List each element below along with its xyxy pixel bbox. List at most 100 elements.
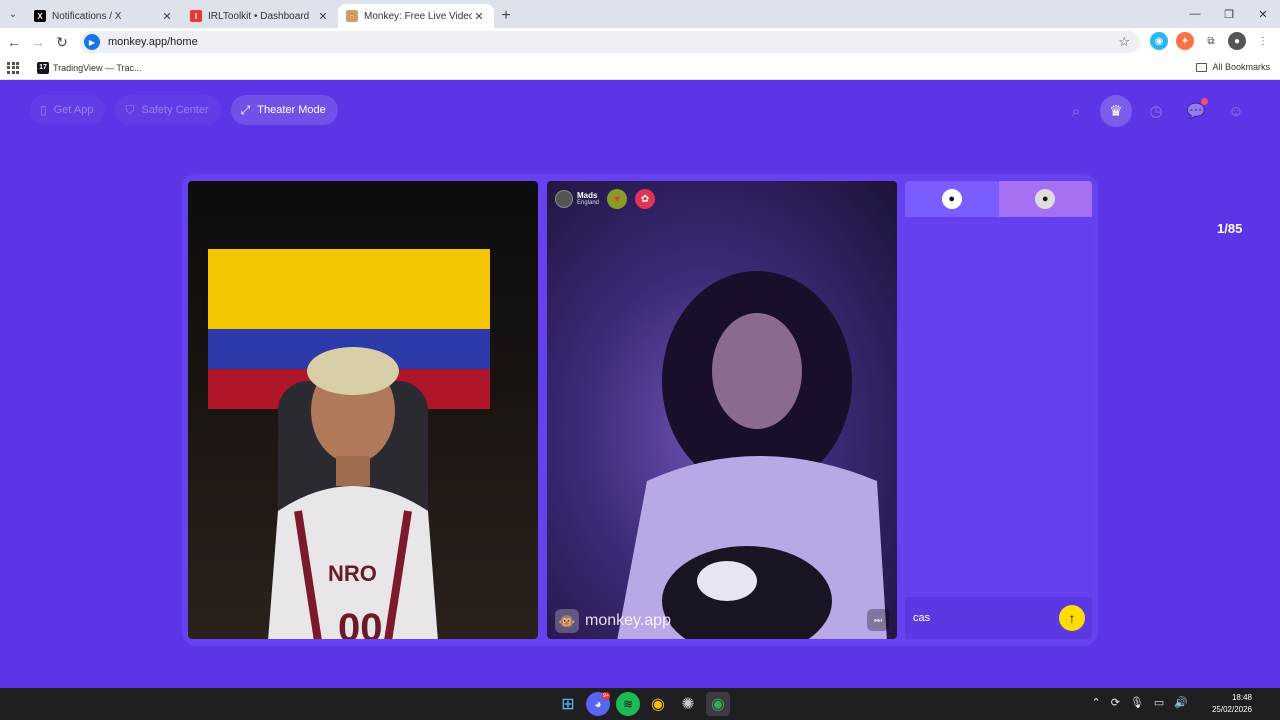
tab-notifications-x[interactable]: X Notifications / X ✕ [26, 4, 182, 28]
tab-irltoolkit[interactable]: I IRLToolkit • Dashboard ✕ [182, 4, 338, 28]
profile-icon[interactable]: ☺ [1220, 95, 1252, 127]
monkey-icon: 🐵 [346, 10, 358, 22]
clock-time: 18:48 [1231, 693, 1252, 702]
extension-icon[interactable]: ◉ [1150, 32, 1168, 50]
skip-next-icon[interactable]: ⏭ [867, 609, 889, 631]
monkey-watermark: 🐵 monkey.app [555, 609, 671, 633]
extensions-puzzle-icon[interactable]: ⧉ [1202, 32, 1220, 50]
user-avatar-icon: ● [941, 189, 962, 209]
theater-mode-button[interactable]: ⤢ Theater Mode [230, 95, 338, 125]
messages-icon[interactable]: 💬 [1180, 95, 1212, 127]
tab-monkey[interactable]: 🐵 Monkey: Free Live Video Ch ✕ [338, 4, 494, 28]
system-tray: ⌃ ⟳ 🎙 ▭ 🔊 [1091, 696, 1188, 709]
network-icon[interactable]: ▭ [1154, 696, 1164, 709]
svg-text:NRO: NRO [328, 561, 377, 586]
chevron-up-icon[interactable]: ⌃ [1091, 696, 1100, 709]
close-tab-icon[interactable]: ✕ [472, 10, 486, 23]
gift-icon[interactable]: ✿ [635, 189, 656, 209]
get-app-label: Get App [53, 104, 94, 116]
heart-icon[interactable]: ♥ [607, 189, 628, 209]
close-tab-icon[interactable]: ✕ [316, 10, 330, 23]
chat-tab-partner[interactable]: ● [998, 181, 1092, 217]
get-app-button[interactable]: ▯ Get App [30, 95, 106, 125]
reload-icon[interactable]: ↻ [50, 34, 74, 51]
monkey-logo-icon: 🐵 [555, 609, 579, 633]
discord-icon[interactable]: ◕ 9+ [586, 692, 610, 716]
chat-panel: ● ● ↑ [905, 181, 1092, 639]
discord-badge: 9+ [602, 692, 610, 700]
spotify-icon[interactable]: ≋ [616, 692, 640, 716]
bookmarks-bar: 17 TradingView — Trac... All Bookmarks [0, 56, 1280, 80]
bookmark-label: TradingView — Trac... [53, 62, 142, 73]
history-clock-icon[interactable]: ◷ [1140, 95, 1172, 127]
theater-mode-label: Theater Mode [257, 104, 326, 116]
chrome-active-icon[interactable]: ◉ [706, 692, 730, 716]
header-actions: ⌕ ♛ ◷ 💬 ☺ [1060, 95, 1252, 127]
window-controls: — ❐ ✕ [1178, 0, 1280, 28]
watermark-text: monkey.app [585, 612, 671, 629]
remote-video-feed: Mads England ♥ ✿ 🐵 monkey.app ⏭ [547, 181, 897, 639]
apps-grid-icon[interactable] [7, 61, 19, 74]
x-logo-icon: X [34, 10, 46, 22]
extensions-area: ◉ ✦ ⧉ ● ⋮ [1150, 32, 1272, 50]
monkey-page: ▯ Get App ⛉ Safety Center ⤢ Theater Mode… [0, 81, 1280, 688]
bookmark-tradingview[interactable]: 17 TradingView — Trac... [37, 61, 142, 74]
tab-title: IRLToolkit • Dashboard [208, 10, 310, 22]
close-tab-icon[interactable]: ✕ [160, 10, 174, 23]
tab-title: Monkey: Free Live Video Ch [364, 10, 472, 22]
minimize-icon[interactable]: — [1178, 0, 1212, 28]
forward-arrow-icon[interactable]: → [26, 34, 50, 50]
all-bookmarks-button[interactable]: All Bookmarks [1196, 62, 1270, 72]
bookmark-star-icon[interactable]: ☆ [1118, 34, 1130, 50]
chrome-icon[interactable]: ◉ [646, 692, 670, 716]
windows-start-icon[interactable]: ⊞ [556, 692, 580, 716]
url-text[interactable]: monkey.app/home [108, 36, 198, 48]
folder-icon [1196, 62, 1208, 72]
chat-tab-self[interactable]: ● [905, 181, 999, 217]
remote-user-info: Mads England [577, 191, 599, 207]
remote-user-country: England [577, 200, 600, 206]
new-tab-button[interactable]: + [494, 4, 518, 28]
shield-icon: ⛉ [125, 102, 135, 117]
partner-silhouette [617, 271, 887, 639]
clock-date: 25/02/2026 [1211, 705, 1252, 714]
search-icon[interactable]: ⌕ [1060, 95, 1092, 127]
crown-icon[interactable]: ♛ [1100, 95, 1132, 127]
chat-input[interactable] [913, 606, 1053, 630]
plus-icon: + [501, 7, 511, 24]
tradingview-icon: 17 [37, 61, 49, 74]
extension-icon[interactable]: ✦ [1176, 32, 1194, 50]
irltoolkit-icon: I [190, 10, 202, 22]
chat-tabs: ● ● [905, 181, 1092, 217]
avatar[interactable] [555, 190, 573, 208]
remote-user-badge: Mads England ♥ ✿ [555, 189, 656, 209]
back-arrow-icon[interactable]: ← [2, 34, 26, 50]
close-window-icon[interactable]: ✕ [1246, 0, 1280, 28]
more-menu-icon[interactable]: ⋮ [1254, 32, 1272, 50]
sync-icon[interactable]: ⟳ [1111, 696, 1120, 709]
restore-icon[interactable]: ❐ [1212, 0, 1246, 28]
match-counter: 1/85 [1217, 221, 1243, 236]
svg-text:00: 00 [338, 606, 383, 639]
site-info-icon[interactable]: ▶ [84, 34, 100, 50]
taskbar-apps: ⊞ ◕ 9+ ≋ ◉ ✺ ◉ [556, 692, 730, 716]
volume-icon[interactable]: 🔊 [1174, 696, 1188, 709]
notification-dot [1201, 98, 1208, 105]
send-button[interactable]: ↑ [1059, 605, 1085, 631]
partner-avatar-icon: ● [1035, 189, 1056, 209]
safety-center-button[interactable]: ⛉ Safety Center [115, 95, 221, 125]
phone-icon: ▯ [40, 103, 47, 117]
address-bar[interactable]: ▶ monkey.app/home ☆ [80, 31, 1140, 53]
all-bookmarks-label: All Bookmarks [1212, 62, 1270, 72]
clock[interactable]: 18:48 25/02/2026 [1212, 692, 1252, 716]
streamer-silhouette: NRO 00 [268, 347, 438, 639]
remote-user-name: Mads [577, 191, 598, 200]
tab-search-button[interactable]: ⌄ [0, 0, 26, 28]
microphone-icon[interactable]: 🎙 [1130, 696, 1144, 709]
app-icon[interactable]: ✺ [676, 692, 700, 716]
tab-title: Notifications / X [52, 10, 122, 22]
profile-avatar[interactable]: ● [1228, 32, 1246, 50]
top-nav: ▯ Get App ⛉ Safety Center ⤢ Theater Mode [30, 95, 338, 125]
browser-toolbar: ← → ↻ ▶ monkey.app/home ☆ ◉ ✦ ⧉ ● ⋮ [0, 28, 1280, 56]
chat-input-bar: ↑ [905, 597, 1092, 639]
